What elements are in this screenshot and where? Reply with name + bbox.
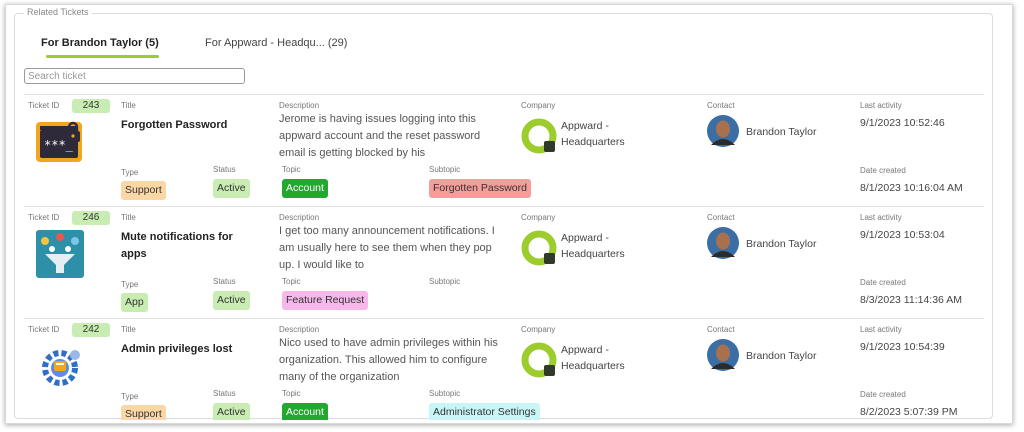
contact-avatar xyxy=(707,115,739,147)
ticket-list: Ticket ID 243 ***_ Title Forgotten Passw… xyxy=(24,94,984,420)
date-created-value: 8/1/2023 10:16:04 AM xyxy=(860,182,963,194)
contact-name: Brandon Taylor xyxy=(746,238,817,250)
ticket-description: Nico used to have admin privileges withi… xyxy=(279,337,498,383)
search-ticket-input[interactable] xyxy=(24,68,245,84)
subtopic-label: Subtopic xyxy=(429,389,461,398)
ticket-description: I get too many announcement notification… xyxy=(279,225,495,271)
last-activity-label: Last activity xyxy=(860,101,902,110)
notification-funnel-icon xyxy=(36,230,84,278)
date-created-label: Date created xyxy=(860,390,906,399)
ticket-row[interactable]: Ticket ID 246 Title Mute notifications f… xyxy=(24,207,984,319)
last-activity-label: Last activity xyxy=(860,325,902,334)
password-screen-lock-icon: ***_ xyxy=(36,121,82,162)
type-chip: Support xyxy=(121,181,166,200)
company-logo xyxy=(521,118,557,154)
status-label: Status xyxy=(213,277,236,286)
contact-avatar xyxy=(707,227,739,259)
active-tab-indicator xyxy=(46,55,159,58)
company-label: Company xyxy=(521,213,556,222)
ticket-id-badge: 246 xyxy=(72,211,110,225)
related-tickets-panel: Related Tickets For Brandon Taylor (5) F… xyxy=(5,4,1013,424)
ticket-title: Admin privileges lost xyxy=(121,343,233,355)
description-label: Description xyxy=(279,325,320,334)
type-chip: App xyxy=(121,293,148,312)
ticket-title: Mute notifications for apps xyxy=(121,231,233,260)
ticket-row[interactable]: Ticket ID 242 Title Admin privileges los… xyxy=(24,319,984,420)
company-name: Appward - Headquarters xyxy=(561,344,625,372)
type-chip: Support xyxy=(121,405,166,420)
subtopic-chip: Forgotten Password xyxy=(429,179,531,198)
status-label: Status xyxy=(213,389,236,398)
company-name: Appward - Headquarters xyxy=(561,120,625,148)
contact-label: Contact xyxy=(707,101,735,110)
ticket-row[interactable]: Ticket ID 243 ***_ Title Forgotten Passw… xyxy=(24,95,984,207)
related-tickets-fieldset: Related Tickets For Brandon Taylor (5) F… xyxy=(14,7,993,420)
status-chip: Active xyxy=(213,403,250,420)
company-logo xyxy=(521,342,557,378)
title-label: Title xyxy=(121,325,136,334)
contact-name: Brandon Taylor xyxy=(746,126,817,138)
type-label: Type xyxy=(121,280,139,289)
admin-gear-icon xyxy=(42,350,80,386)
last-activity-label: Last activity xyxy=(860,213,902,222)
subtopic-label: Subtopic xyxy=(429,277,461,286)
contact-name: Brandon Taylor xyxy=(746,350,817,362)
ticket-description: Jerome is having issues logging into thi… xyxy=(279,113,481,159)
ticket-id-badge: 242 xyxy=(72,323,110,337)
contact-label: Contact xyxy=(707,325,735,334)
company-logo xyxy=(521,230,557,266)
subtopic-chip: Administrator Settings xyxy=(429,403,540,420)
tab-for-company[interactable]: For Appward - Headqu... (29) xyxy=(205,37,347,49)
description-label: Description xyxy=(279,101,320,110)
ticket-id-badge: 243 xyxy=(72,99,110,113)
description-label: Description xyxy=(279,213,320,222)
contact-label: Contact xyxy=(707,213,735,222)
tab-label: For Brandon Taylor (5) xyxy=(41,37,159,49)
company-label: Company xyxy=(521,325,556,334)
date-created-label: Date created xyxy=(860,278,906,287)
topic-label: Topic xyxy=(282,389,301,398)
topic-label: Topic xyxy=(282,165,301,174)
topic-chip: Account xyxy=(282,403,328,420)
status-label: Status xyxy=(213,165,236,174)
title-label: Title xyxy=(121,101,136,110)
title-label: Title xyxy=(121,213,136,222)
status-chip: Active xyxy=(213,291,250,310)
type-label: Type xyxy=(121,392,139,401)
tab-label: For Appward - Headqu... (29) xyxy=(205,37,348,49)
last-activity-value: 9/1/2023 10:53:04 xyxy=(860,229,945,241)
date-created-value: 8/3/2023 11:14:36 AM xyxy=(860,294,962,306)
subtopic-label: Subtopic xyxy=(429,165,461,174)
contact-avatar xyxy=(707,339,739,371)
type-label: Type xyxy=(121,168,139,177)
topic-chip: Account xyxy=(282,179,328,198)
ticket-id-label: Ticket ID xyxy=(28,325,60,334)
section-legend: Related Tickets xyxy=(24,7,92,17)
date-created-value: 8/2/2023 5:07:39 PM xyxy=(860,406,958,418)
topic-label: Topic xyxy=(282,277,301,286)
last-activity-value: 9/1/2023 10:54:39 xyxy=(860,341,945,353)
company-label: Company xyxy=(521,101,556,110)
last-activity-value: 9/1/2023 10:52:46 xyxy=(860,117,945,129)
status-chip: Active xyxy=(213,179,250,198)
ticket-title: Forgotten Password xyxy=(121,119,228,131)
date-created-label: Date created xyxy=(860,166,906,175)
company-name: Appward - Headquarters xyxy=(561,232,625,260)
ticket-id-label: Ticket ID xyxy=(28,101,60,110)
ticket-id-label: Ticket ID xyxy=(28,213,60,222)
topic-chip: Feature Request xyxy=(282,291,369,310)
tab-for-contact[interactable]: For Brandon Taylor (5) xyxy=(41,37,159,58)
